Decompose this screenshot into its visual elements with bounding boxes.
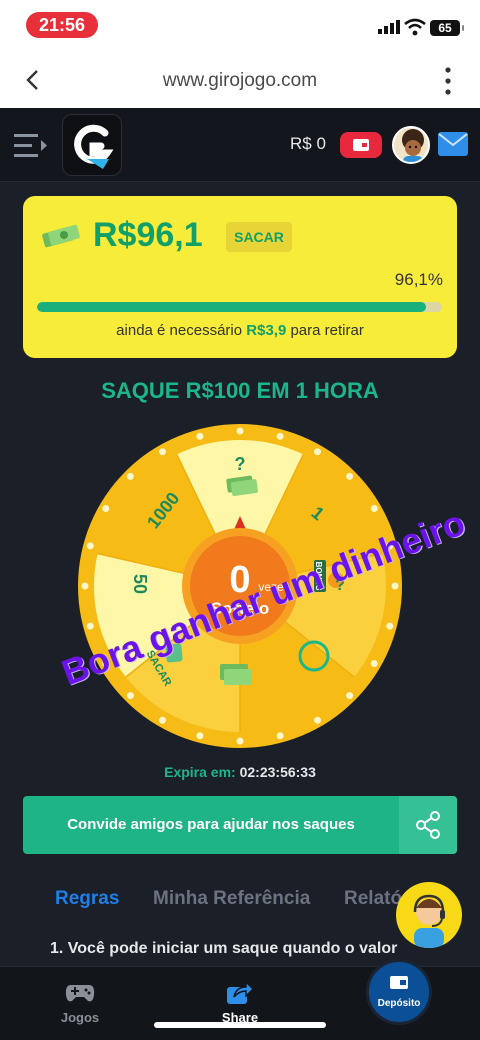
wheel-light [86,622,94,630]
wheel-light [346,472,354,480]
tab-reports[interactable]: Relató [344,888,402,910]
current-amount: R$96,1 [93,216,203,254]
money-stack-icon [42,224,80,248]
wheel-light [126,692,134,700]
progress-bar-fill [37,302,427,312]
wheel-light [196,432,204,440]
wallet-icon [390,976,408,989]
gamepad-icon [65,985,95,1002]
wheel-light [276,732,284,740]
tab-rules[interactable]: Regras [55,888,119,910]
expiry-text: Expira em: 02:23:56:33 [0,764,480,780]
nav-games[interactable]: Jogos [40,981,120,1025]
progress-bar [37,302,442,312]
remaining-suffix: para retirar [290,322,364,339]
nav-deposit-button[interactable]: Depósito [366,959,432,1025]
status-time: 21:56 [26,12,98,38]
wheel-light [276,432,284,440]
nav-games-label: Jogos [60,1010,100,1025]
wheel-light [386,622,394,630]
logo-icon [74,124,114,169]
bottom-nav: Jogos Share Depósito [0,959,480,1040]
wheel-light [314,716,321,724]
wheel-light [370,505,378,512]
share-icon [416,811,440,839]
tab-my-referral[interactable]: Minha Referência [153,888,310,910]
invite-friends-button[interactable]: Convide amigos para ajudar nos saques [23,796,457,854]
avatar-face-icon [402,129,424,162]
wallet-button[interactable] [340,132,382,158]
wheel-label-top: ? [235,454,246,474]
wheel-light [346,692,354,700]
remaining-text: ainda é necessário R$3,9 para retirar [23,322,457,339]
rule-text: 1. Você pode iniciar um saque quando o v… [50,940,398,957]
remaining-amount: R$3,9 [246,322,287,339]
cellular-signal-icon [378,20,400,34]
share-arrow-icon [227,980,255,1004]
mail-icon[interactable] [438,132,468,156]
wheel-light [236,737,244,745]
expiry-timer: 02:23:56:33 [239,764,316,780]
home-indicator [154,1022,326,1028]
app-logo[interactable] [62,114,122,176]
url-text[interactable]: www.girojogo.com [0,70,480,92]
battery-icon: 65 [430,20,464,36]
withdraw-button[interactable]: SACAR [226,222,292,252]
wheel-light [370,660,378,667]
app-header: R$ 0 [0,108,480,182]
wheel-light [86,542,94,550]
support-agent-button[interactable] [396,882,462,948]
withdraw-progress-card: R$96,1 SACAR 96,1% ainda é necessário R$… [23,196,457,358]
menu-icon[interactable] [14,132,48,160]
invite-label: Convide amigos para ajudar nos saques [67,816,355,833]
support-agent-icon [413,894,445,948]
avatar[interactable] [392,126,430,164]
wheel-light [102,505,110,512]
status-bar: 21:56 65 [0,0,480,52]
wheel-label-left: 50 [130,574,150,594]
promo-headline: SAQUE R$100 EM 1 HORA [101,378,379,403]
wheel-light [391,582,399,590]
money-segment-icon-bottom [220,664,252,685]
wheel-light [159,716,166,724]
nav-share[interactable]: Share [200,980,280,1025]
wheel-light [236,427,244,435]
balance-text: R$ 0 [290,134,326,153]
remaining-prefix: ainda é necessário [116,322,243,339]
share-button[interactable] [399,796,457,854]
browser-bar: www.girojogo.com [0,52,480,108]
progress-percent: 96,1% [394,270,443,289]
nav-deposit-label: Depósito [377,998,421,1009]
wifi-icon [404,18,426,36]
more-options-icon[interactable] [438,66,458,96]
wheel-light [196,732,204,740]
wheel-light [126,472,134,480]
wheel-light [159,448,166,456]
wheel-light [314,448,321,456]
wheel-light [81,582,89,590]
expiry-label: Expira em: [164,764,236,780]
